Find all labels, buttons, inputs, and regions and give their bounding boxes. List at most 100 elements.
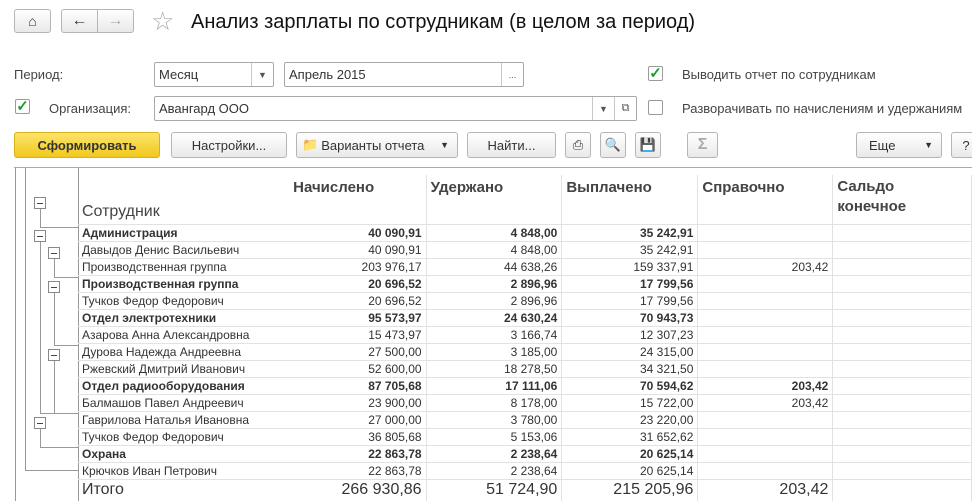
cell-employee: Производственная группа — [78, 275, 290, 293]
star-icon[interactable]: ☆ — [151, 6, 174, 37]
cell-balance — [832, 275, 972, 293]
cell-employee: Ржевский Дмитрий Иванович — [78, 360, 290, 378]
collapse-icon[interactable] — [34, 230, 46, 242]
cell-accrued: 40 090,91 — [289, 241, 427, 259]
cell-paid: 31 652,62 — [561, 428, 699, 446]
collapse-icon[interactable] — [48, 349, 60, 361]
table-row[interactable]: Производственная группа 203 976,17 44 638,… — [78, 258, 972, 276]
cell-employee: Крючков Иван Петрович — [78, 462, 290, 480]
cell-withheld: 51 724,90 — [426, 479, 563, 501]
cell-reference — [697, 462, 834, 480]
back-button[interactable]: ← — [61, 9, 98, 33]
cell-accrued: 22 863,78 — [289, 462, 427, 480]
cell-balance — [832, 292, 972, 310]
cell-balance — [832, 241, 972, 259]
cell-accrued: 40 090,91 — [289, 224, 427, 242]
cell-withheld: 3 185,00 — [426, 343, 563, 361]
collapse-icon[interactable] — [34, 197, 46, 209]
sum-icon: Σ — [697, 136, 708, 153]
cell-withheld: 17 111,06 — [426, 377, 563, 395]
help-button[interactable]: ? — [951, 132, 972, 158]
table-row[interactable]: Дурова Надежда Андреевна 27 500,00 3 185,0… — [78, 343, 972, 361]
settings-button[interactable]: Настройки... — [171, 132, 287, 158]
sum-button[interactable]: Σ — [687, 132, 718, 158]
cell-paid: 159 337,91 — [561, 258, 699, 276]
cell-reference — [697, 326, 834, 344]
col-reference: Справочно — [697, 175, 834, 225]
cell-employee: Балмашов Павел Андреевич — [78, 394, 290, 412]
cell-paid: 215 205,96 — [561, 479, 699, 501]
cell-balance — [832, 445, 972, 463]
forward-button[interactable]: → — [97, 9, 134, 33]
cell-reference — [697, 275, 834, 293]
cell-withheld: 24 630,24 — [426, 309, 563, 327]
cell-balance — [832, 479, 972, 501]
period-type-select[interactable]: Месяц ▼ — [154, 62, 274, 87]
home-button[interactable]: ⌂ — [14, 9, 51, 33]
collapse-icon[interactable] — [34, 417, 46, 429]
cell-balance — [832, 428, 972, 446]
floppy-icon: 💾 — [639, 137, 657, 152]
cell-paid: 20 625,14 — [561, 462, 699, 480]
generate-button[interactable]: Сформировать — [14, 132, 160, 158]
table-row[interactable]: Администрация 40 090,91 4 848,00 35 242,91 — [78, 224, 972, 242]
cell-accrued: 27 000,00 — [289, 411, 427, 429]
org-checkbox[interactable]: ✓ — [15, 99, 30, 114]
cell-employee: Гаврилова Наталья Ивановна — [78, 411, 290, 429]
table-row[interactable]: Давыдов Денис Васильевич 40 090,91 4 848,0… — [78, 241, 972, 259]
table-row[interactable]: Отдел радиооборудования 87 705,68 17 111,0… — [78, 377, 972, 395]
report-tree — [15, 168, 79, 501]
org-field[interactable]: Авангард ООО ▼ ⧉ — [154, 96, 637, 121]
expand-checkbox[interactable] — [648, 100, 663, 115]
select-period-button[interactable]: ... — [501, 63, 523, 86]
cell-withheld: 2 896,96 — [426, 292, 563, 310]
cell-employee: Тучков Федор Федорович — [78, 428, 290, 446]
save-button[interactable]: 💾 — [635, 132, 661, 158]
total-row[interactable]: Итого 266 930,86 51 724,90 215 205,96 203,42 — [78, 479, 972, 501]
table-row[interactable]: Крючков Иван Петрович 22 863,78 2 238,64 20… — [78, 462, 972, 480]
table-row[interactable]: Гаврилова Наталья Ивановна 27 000,00 3 780… — [78, 411, 972, 429]
cell-reference — [697, 428, 834, 446]
cell-reference — [697, 241, 834, 259]
table-row[interactable]: Охрана 22 863,78 2 238,64 20 625,14 — [78, 445, 972, 463]
report-variants-button[interactable]: 📁 Варианты отчета ▼ — [296, 132, 458, 158]
cell-reference: 203,42 — [697, 394, 834, 412]
more-button[interactable]: Еще ▼ — [856, 132, 942, 158]
cell-balance — [832, 411, 972, 429]
table-row[interactable]: Производственная группа 20 696,52 2 896,96… — [78, 275, 972, 293]
open-icon[interactable]: ⧉ — [614, 97, 636, 120]
cell-withheld: 44 638,26 — [426, 258, 563, 276]
preview-button[interactable]: 🔍 — [600, 132, 626, 158]
table-row[interactable]: Ржевский Дмитрий Иванович 52 600,00 18 278… — [78, 360, 972, 378]
table-row[interactable]: Балмашов Павел Андреевич 23 900,00 8 178,0… — [78, 394, 972, 412]
find-button[interactable]: Найти... — [467, 132, 556, 158]
chevron-down-icon[interactable]: ▼ — [251, 63, 273, 86]
cell-reference — [697, 411, 834, 429]
more-label: Еще — [869, 137, 896, 153]
cell-withheld: 4 848,00 — [426, 241, 563, 259]
period-value-field[interactable]: Апрель 2015... — [284, 62, 524, 87]
page-title: Анализ зарплаты по сотрудникам (в целом … — [191, 11, 696, 33]
print-button[interactable]: ⎙ — [565, 132, 591, 158]
cell-paid: 70 594,62 — [561, 377, 699, 395]
preview-icon: 🔍 — [604, 137, 622, 152]
cell-reference — [697, 360, 834, 378]
collapse-icon[interactable] — [48, 281, 60, 293]
cell-withheld: 3 166,74 — [426, 326, 563, 344]
cell-employee: Тучков Федор Федорович — [78, 292, 290, 310]
chevron-down-icon[interactable]: ▼ — [592, 97, 614, 120]
cell-reference — [697, 343, 834, 361]
cell-reference — [697, 224, 834, 242]
table-row[interactable]: Отдел электротехники 95 573,97 24 630,24 70… — [78, 309, 972, 327]
collapse-icon[interactable] — [48, 247, 60, 259]
cell-accrued: 20 696,52 — [289, 292, 427, 310]
table-row[interactable]: Азарова Анна Александровна 15 473,97 3 166… — [78, 326, 972, 344]
cell-employee: Итого — [82, 481, 124, 499]
cell-withheld: 18 278,50 — [426, 360, 563, 378]
col-withheld: Удержано — [426, 175, 563, 225]
table-row[interactable]: Тучков Федор Федорович 20 696,52 2 896,96 1… — [78, 292, 972, 310]
cell-reference: 203,42 — [697, 479, 834, 501]
table-row[interactable]: Тучков Федор Федорович 36 805,68 5 153,06 3… — [78, 428, 972, 446]
cell-balance — [832, 309, 972, 327]
by-employees-checkbox[interactable]: ✓ — [648, 66, 663, 81]
